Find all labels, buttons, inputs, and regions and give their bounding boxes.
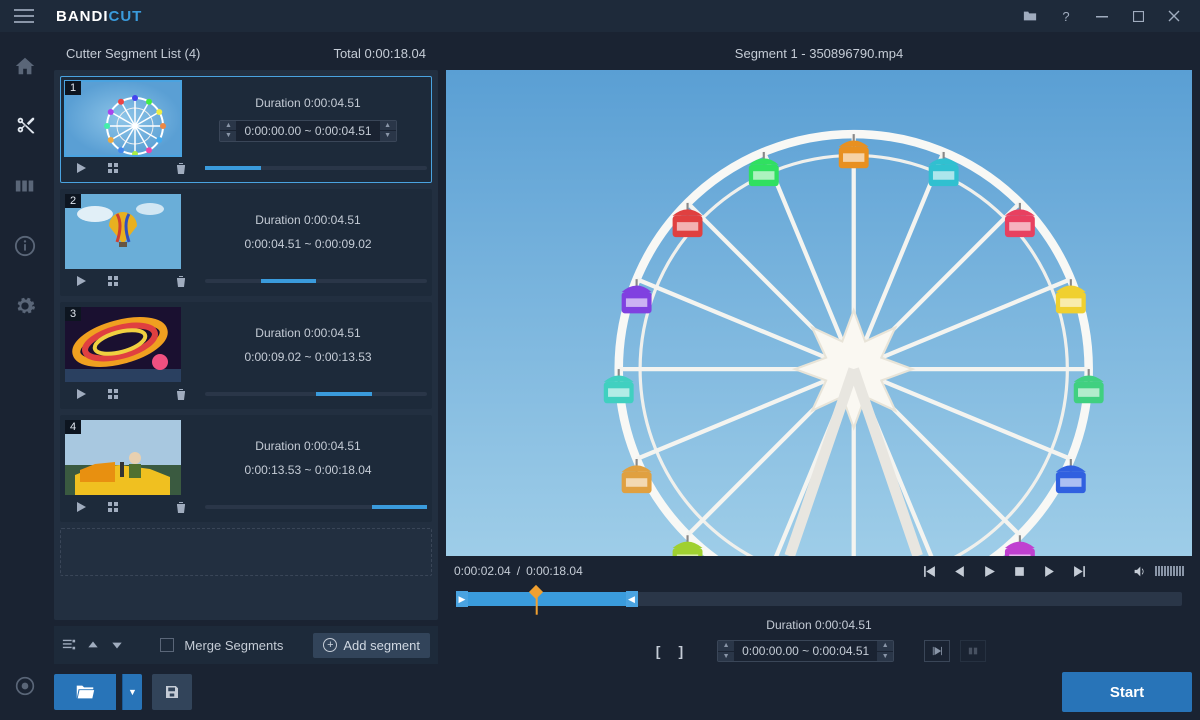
segment-item[interactable]: 4 Duration 0:00:04.51 0:00:13.53 ~ 0:00:…	[60, 415, 432, 522]
move-down-icon[interactable]	[110, 638, 124, 652]
add-segment-button[interactable]: + Add segment	[313, 633, 430, 658]
segment-thumbnail[interactable]: 1	[65, 81, 181, 156]
video-preview[interactable]	[446, 70, 1192, 556]
segment-thumbnail[interactable]: 4	[65, 420, 181, 495]
jump-start-icon[interactable]	[917, 559, 941, 583]
maximize-icon[interactable]	[1120, 0, 1156, 32]
preview-title: Segment 1 - 350896790.mp4	[446, 36, 1192, 70]
segment-range-bar	[205, 392, 427, 396]
menu-button[interactable]	[8, 0, 40, 32]
home-icon[interactable]	[5, 46, 45, 86]
preview-panel: Segment 1 - 350896790.mp4 0:00:02.04 / 0…	[446, 36, 1192, 712]
segment-duration: Duration 0:00:04.51	[255, 213, 360, 227]
segment-list-title: Cutter Segment List (4)	[66, 46, 200, 61]
open-dropdown-button[interactable]: ▼	[122, 674, 142, 710]
segment-delete-icon[interactable]	[165, 158, 197, 178]
jump-end-icon[interactable]	[1067, 559, 1091, 583]
play-range-button[interactable]	[924, 640, 950, 662]
sidebar-nav	[0, 32, 50, 720]
info-icon[interactable]	[5, 226, 45, 266]
list-menu-icon[interactable]	[62, 638, 76, 652]
range-text[interactable]: 0:00:00.00 ~ 0:00:04.51	[734, 641, 877, 661]
record-icon[interactable]	[5, 666, 45, 706]
app-logo: BANDICUT	[56, 8, 142, 25]
segment-range-bar	[205, 505, 427, 509]
open-file-button[interactable]	[54, 674, 116, 710]
merge-segments-label: Merge Segments	[184, 638, 283, 653]
segment-play-icon[interactable]	[65, 384, 97, 404]
segment-play-icon[interactable]	[65, 497, 97, 517]
segment-grid-icon[interactable]	[97, 271, 129, 291]
stop-icon[interactable]	[1007, 559, 1031, 583]
titlebar: BANDICUT ?	[0, 0, 1200, 32]
range-duration: Duration 0:00:04.51	[766, 618, 871, 632]
start-spin[interactable]: ▲▼	[220, 121, 236, 141]
plus-icon: +	[323, 638, 337, 652]
range-start-handle[interactable]: ▶	[456, 591, 468, 607]
range-text: 0:00:04.51 ~ 0:00:09.02	[244, 237, 371, 251]
minimize-icon[interactable]	[1084, 0, 1120, 32]
cut-icon[interactable]	[5, 106, 45, 146]
segment-grid-icon[interactable]	[97, 497, 129, 517]
play-icon[interactable]	[977, 559, 1001, 583]
start-button[interactable]: Start	[1062, 672, 1192, 712]
range-text: 0:00:13.53 ~ 0:00:18.04	[244, 463, 371, 477]
segment-grid-icon[interactable]	[97, 384, 129, 404]
segment-range-bar	[205, 279, 427, 283]
total-label: Total	[333, 46, 360, 61]
segment-item[interactable]: 1 Duration 0:00:04.51 ▲▼0:00:00.00 ~ 0:0…	[60, 76, 432, 183]
save-button[interactable]	[152, 674, 192, 710]
end-spin[interactable]: ▲▼	[380, 121, 396, 141]
join-icon[interactable]	[5, 166, 45, 206]
folder-icon[interactable]	[1012, 0, 1048, 32]
current-time: 0:00:02.04	[454, 564, 511, 578]
segment-delete-icon[interactable]	[165, 384, 197, 404]
segment-number: 3	[65, 307, 81, 321]
start-spinner[interactable]: ▲▼	[718, 641, 734, 661]
segment-number: 1	[65, 81, 81, 95]
end-spinner[interactable]: ▲▼	[877, 641, 893, 661]
segment-duration: Duration 0:00:04.51	[255, 96, 360, 110]
move-up-icon[interactable]	[86, 638, 100, 652]
set-start-button[interactable]: [	[652, 641, 665, 661]
segment-number: 2	[65, 194, 81, 208]
volume-slider[interactable]	[1155, 566, 1184, 576]
next-frame-icon[interactable]	[1037, 559, 1061, 583]
segment-thumbnail[interactable]: 3	[65, 307, 181, 382]
range-end-handle[interactable]: ◀	[626, 591, 638, 607]
set-end-button[interactable]: ]	[674, 641, 687, 661]
segment-grid-icon[interactable]	[97, 158, 129, 178]
range-text[interactable]: 0:00:00.00 ~ 0:00:04.51	[236, 121, 379, 141]
segment-thumbnail[interactable]: 2	[65, 194, 181, 269]
total-time: 0:00:18.04	[526, 564, 583, 578]
segment-delete-icon[interactable]	[165, 497, 197, 517]
segment-list-panel: Cutter Segment List (4) Total 0:00:18.04…	[54, 36, 438, 712]
empty-segment-slot[interactable]	[60, 528, 432, 576]
segment-duration: Duration 0:00:04.51	[255, 326, 360, 340]
segment-duration: Duration 0:00:04.51	[255, 439, 360, 453]
segment-delete-icon[interactable]	[165, 271, 197, 291]
segment-play-icon[interactable]	[65, 271, 97, 291]
timeline[interactable]: ▶ ◀	[456, 592, 1182, 606]
range-text: 0:00:09.02 ~ 0:00:13.53	[244, 350, 371, 364]
volume-icon[interactable]	[1127, 559, 1151, 583]
close-icon[interactable]	[1156, 0, 1192, 32]
prev-frame-icon[interactable]	[947, 559, 971, 583]
split-button[interactable]	[960, 640, 986, 662]
merge-segments-checkbox[interactable]	[160, 638, 174, 652]
settings-icon[interactable]	[5, 286, 45, 326]
segment-play-icon[interactable]	[65, 158, 97, 178]
segment-range-bar	[205, 166, 427, 170]
help-icon[interactable]: ?	[1048, 0, 1084, 32]
segment-item[interactable]: 3 Duration 0:00:04.51 0:00:09.02 ~ 0:00:…	[60, 302, 432, 409]
segment-number: 4	[65, 420, 81, 434]
segment-item[interactable]: 2 Duration 0:00:04.51 0:00:04.51 ~ 0:00:…	[60, 189, 432, 296]
total-time: 0:00:18.04	[365, 46, 426, 61]
